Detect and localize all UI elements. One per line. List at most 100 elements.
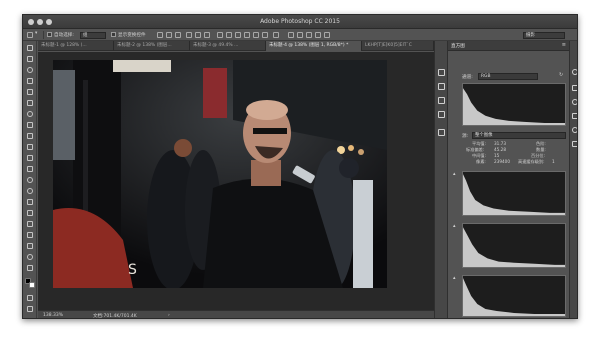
healing-brush-icon[interactable]	[27, 111, 33, 117]
blur-icon[interactable]	[27, 177, 33, 183]
std-dev-value: 45.28	[494, 147, 506, 152]
lasso-icon[interactable]	[27, 67, 33, 73]
zoom-level[interactable]: 138.33%	[43, 313, 63, 318]
swatches-icon[interactable]	[572, 85, 577, 91]
adjustments-icon[interactable]	[572, 99, 577, 105]
refresh-icon[interactable]: ↻	[559, 72, 563, 78]
show-transform-label: 显示变换控件	[118, 33, 146, 38]
histogram-panel: 直方图 ≡ 通道: RGB ↻ 源: 整个图像 平均值: 31.73 标准偏差:…	[448, 41, 569, 318]
pixels-label: 像素:	[476, 159, 486, 164]
path-selection-icon[interactable]	[27, 221, 33, 227]
hand-icon[interactable]	[27, 243, 33, 249]
green-histogram	[462, 223, 566, 268]
auto-select-dropdown[interactable]: 组	[80, 31, 106, 39]
panel-header: 直方图 ≡	[448, 41, 569, 51]
eraser-icon[interactable]	[27, 155, 33, 161]
preset-chevron-icon[interactable]: ▾	[35, 31, 37, 36]
gradient-icon[interactable]	[27, 166, 33, 172]
expand-arrow-icon[interactable]: ▴	[453, 223, 456, 229]
photo-sign-text: S	[128, 262, 137, 278]
type-icon[interactable]	[27, 210, 33, 216]
channel-select[interactable]: RGB	[478, 73, 538, 80]
color-icon[interactable]	[572, 69, 577, 75]
3d-orbit-icon[interactable]	[288, 32, 294, 38]
auto-align-icon[interactable]	[273, 32, 279, 38]
clone-source-icon[interactable]	[438, 129, 445, 136]
source-select[interactable]: 整个图像	[472, 132, 566, 139]
status-menu-arrow-icon[interactable]: ›	[168, 313, 170, 318]
cache-level-label: 高速缓存级别:	[518, 159, 545, 164]
3d-roll-icon[interactable]	[297, 32, 303, 38]
more-tools-icon[interactable]	[27, 265, 33, 271]
info-icon[interactable]	[438, 111, 445, 118]
clone-stamp-icon[interactable]	[27, 133, 33, 139]
median-value: 15	[494, 153, 500, 158]
histogram-rgb	[462, 83, 566, 126]
distribute-bottom-icon[interactable]	[235, 32, 241, 38]
expand-arrow-icon[interactable]: ▴	[453, 275, 456, 281]
align-hcenter-icon[interactable]	[195, 32, 201, 38]
red-histogram	[462, 171, 566, 216]
distribute-hcenter-icon[interactable]	[253, 32, 259, 38]
distribute-vcenter-icon[interactable]	[226, 32, 232, 38]
document-tab[interactable]: LKHP[T]E[K0]5]EIT`C	[362, 41, 434, 51]
canvas-area[interactable]: S	[38, 52, 434, 310]
move-tool-preset-icon[interactable]	[27, 32, 33, 38]
3d-slide-icon[interactable]	[315, 32, 321, 38]
source-label: 源:	[462, 134, 469, 139]
document-photo[interactable]: S	[53, 60, 387, 288]
layers-icon[interactable]	[572, 113, 577, 119]
status-bar: 138.33% 文档:701.4K/701.4K ›	[38, 310, 434, 319]
panel-menu-icon[interactable]: ≡	[562, 42, 566, 48]
properties-icon[interactable]	[438, 97, 445, 104]
workspace-switcher[interactable]: 摄影	[523, 31, 565, 39]
photoshop-window: Adobe Photoshop CC 2015 ▾ 自动选择: 组 显示变换控件…	[22, 14, 578, 319]
history-icon[interactable]	[438, 69, 445, 76]
align-top-icon[interactable]	[157, 32, 163, 38]
align-left-icon[interactable]	[186, 32, 192, 38]
3d-scale-icon[interactable]	[324, 32, 330, 38]
move-icon[interactable]	[27, 45, 33, 51]
blue-histogram	[462, 275, 566, 317]
expand-arrow-icon[interactable]: ▴	[453, 171, 456, 177]
street-photo-image: S	[53, 60, 387, 288]
pixels-value: 239400	[494, 159, 510, 164]
distribute-right-icon[interactable]	[262, 32, 268, 38]
zoom-icon[interactable]	[27, 254, 33, 260]
document-tab[interactable]: 未标题-1 @ 128% (...	[38, 41, 114, 51]
distribute-top-icon[interactable]	[217, 32, 223, 38]
histogram-tab[interactable]: 直方图	[451, 43, 465, 49]
document-tab[interactable]: 未标题-2 @ 138% (图层...	[114, 41, 190, 51]
magic-wand-icon[interactable]	[27, 78, 33, 84]
brush-icon[interactable]	[27, 122, 33, 128]
quick-mask-icon[interactable]	[27, 295, 33, 301]
document-tab[interactable]: 未标题-3 @ 49.4% ...	[190, 41, 266, 51]
channels-icon[interactable]	[572, 127, 577, 133]
document-size: 文档:701.4K/701.4K	[93, 314, 137, 319]
pen-icon[interactable]	[27, 199, 33, 205]
auto-select-label: 自动选择:	[54, 33, 74, 38]
paths-icon[interactable]	[572, 141, 577, 147]
window-title: Adobe Photoshop CC 2015	[260, 18, 340, 25]
crop-icon[interactable]	[27, 89, 33, 95]
show-transform-checkbox[interactable]	[111, 32, 116, 37]
eyedropper-icon[interactable]	[27, 100, 33, 106]
background-color-swatch[interactable]	[29, 282, 35, 288]
document-tab-active[interactable]: 未标题-4 @ 138% (图层 1, RGB/8*) *	[266, 41, 362, 51]
auto-select-checkbox[interactable]	[47, 32, 52, 37]
screen-mode-icon[interactable]	[27, 306, 33, 312]
align-bottom-icon[interactable]	[175, 32, 181, 38]
play-actions-icon[interactable]	[438, 83, 445, 90]
3d-pan-icon[interactable]	[306, 32, 312, 38]
align-right-icon[interactable]	[204, 32, 210, 38]
options-bar: ▾ 自动选择: 组 显示变换控件 摄影	[23, 29, 577, 41]
dodge-icon[interactable]	[27, 188, 33, 194]
panel-dock	[434, 41, 448, 318]
marquee-icon[interactable]	[27, 56, 33, 62]
rectangle-icon[interactable]	[27, 232, 33, 238]
distribute-left-icon[interactable]	[244, 32, 250, 38]
align-vcenter-icon[interactable]	[166, 32, 172, 38]
title-bar: Adobe Photoshop CC 2015	[23, 15, 577, 29]
channel-label: 通道:	[462, 75, 473, 80]
history-brush-icon[interactable]	[27, 144, 33, 150]
